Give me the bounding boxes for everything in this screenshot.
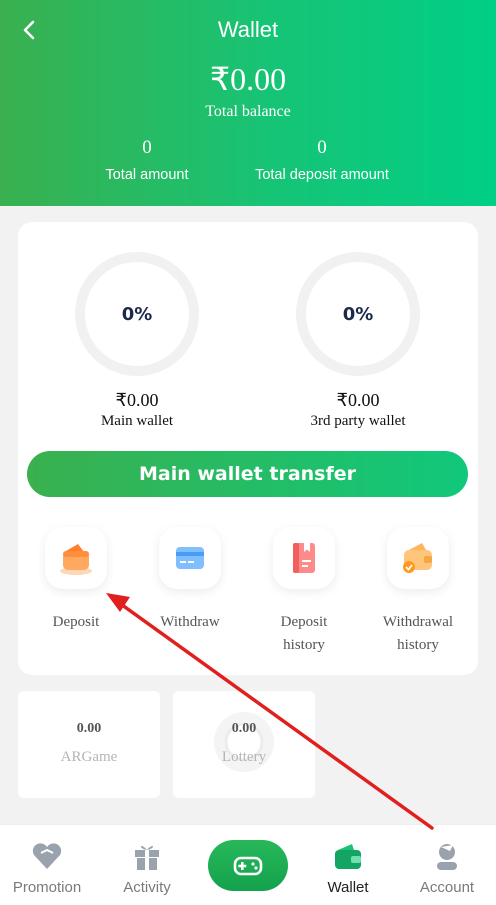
deposit-history-label-2: history [283, 637, 325, 653]
total-deposit-label: Total deposit amount [255, 167, 389, 183]
deposit-history-book-icon [273, 527, 335, 589]
withdrawal-history-label-2: history [397, 637, 439, 653]
wallet-icon [298, 831, 398, 871]
game-play-button[interactable] [208, 840, 288, 891]
gift-icon [97, 831, 197, 871]
account-icon [397, 831, 496, 871]
withdrawal-history-wallet-icon [387, 527, 449, 589]
tab-wallet[interactable]: Wallet [298, 825, 398, 896]
total-balance-label: Total balance [205, 103, 291, 120]
total-deposit-stat: 0 Total deposit amount [222, 137, 422, 183]
tab-account-label: Account [419, 879, 475, 896]
argame-balance-tile[interactable]: 0.00 ARGame [18, 691, 160, 798]
third-party-wallet-gauge: 0% ₹0.00 3rd party wallet [296, 252, 420, 430]
tab-account[interactable]: Account [397, 825, 496, 896]
third-party-wallet-label: 3rd party wallet [310, 413, 406, 429]
total-amount-value: 0 [142, 137, 152, 158]
third-party-wallet-percent: 0% [342, 303, 374, 325]
bottom-tab-bar: Promotion Activity Wallet Account [0, 824, 496, 905]
tab-promotion-label: Promotion [12, 879, 82, 896]
tab-wallet-label: Wallet [327, 879, 369, 896]
main-wallet-label: Main wallet [100, 413, 174, 429]
main-wallet-transfer-button[interactable]: Main wallet transfer [27, 451, 468, 497]
withdrawal-history-label: Withdrawal [382, 614, 454, 630]
total-deposit-value: 0 [317, 137, 327, 158]
wallet-card: 0% ₹0.00 Main wallet 0% ₹0.00 3rd party … [18, 222, 478, 675]
main-wallet-amount: ₹0.00 [115, 390, 159, 410]
main-wallet-percent: 0% [121, 303, 153, 325]
deposit-label: Deposit [52, 614, 100, 630]
withdraw-action[interactable]: Withdraw [135, 527, 245, 634]
gamepad-icon [233, 856, 263, 875]
withdraw-label: Withdraw [160, 614, 220, 630]
lottery-name: Lottery [221, 749, 267, 765]
tab-promotion[interactable]: Promotion [0, 825, 97, 896]
deposit-history-label: Deposit [280, 614, 328, 630]
deposit-action[interactable]: Deposit [21, 527, 131, 634]
third-party-wallet-ring: 0% [296, 252, 420, 376]
third-party-wallet-amount: ₹0.00 [336, 390, 380, 410]
page-title: Wallet [217, 17, 279, 42]
tab-activity[interactable]: Activity [97, 825, 197, 896]
total-balance-value: ₹0.00 [209, 61, 287, 97]
argame-name: ARGame [60, 749, 118, 765]
total-amount-label: Total amount [105, 167, 189, 183]
argame-balance-value: 0.00 [76, 721, 102, 736]
tab-activity-label: Activity [123, 879, 171, 896]
diamond-heart-icon [0, 831, 97, 871]
lottery-balance-value: 0.00 [231, 721, 257, 736]
total-amount-stat: 0 Total amount [47, 137, 247, 183]
deposit-wallet-icon [45, 527, 107, 589]
withdraw-card-icon [159, 527, 221, 589]
lottery-balance-tile[interactable]: 0.00 Lottery [173, 691, 315, 798]
deposit-history-action[interactable]: Deposit history [249, 527, 359, 657]
main-wallet-ring: 0% [75, 252, 199, 376]
main-wallet-gauge: 0% ₹0.00 Main wallet [75, 252, 199, 430]
wallet-header: Wallet ₹0.00 Total balance 0 Total amoun… [0, 0, 496, 206]
withdrawal-history-action[interactable]: Withdrawal history [363, 527, 473, 657]
